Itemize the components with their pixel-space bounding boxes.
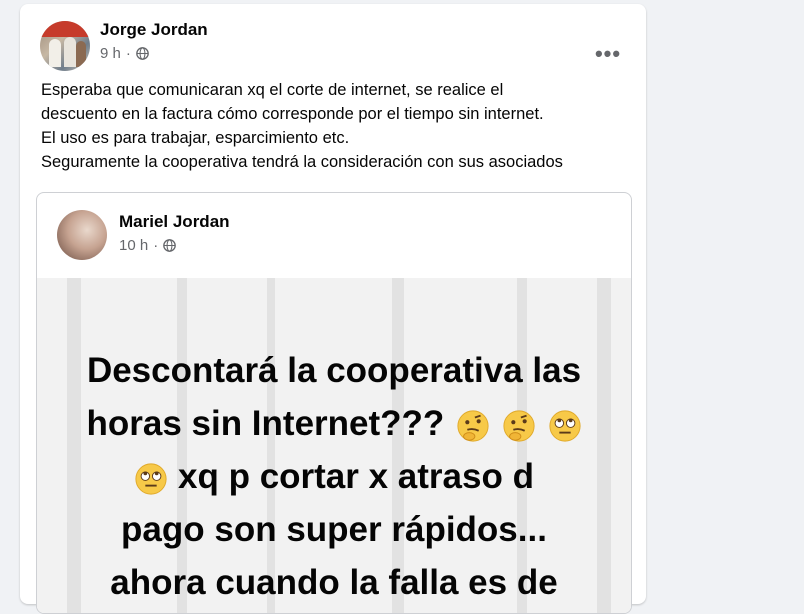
rolling-eyes-icon	[135, 463, 167, 495]
more-options-button[interactable]: •••	[590, 36, 626, 72]
story-image[interactable]: Descontará la cooperativa las horas sin …	[37, 278, 631, 613]
post-text-line: Esperaba que comunicaran xq el corte de …	[41, 81, 504, 99]
story-line: Descontará la cooperativa las	[86, 351, 582, 390]
post-card: Jorge Jordan 9 h · ••• Esperaba que comu…	[20, 4, 646, 614]
story-line: ahora cuando la falla es de	[110, 563, 558, 602]
globe-icon[interactable]	[136, 47, 149, 60]
story-line: xq p cortar x atraso d	[178, 457, 534, 496]
post-text: Esperaba que comunicaran xq el corte de …	[41, 78, 627, 174]
story-text: Descontará la cooperativa las horas sin …	[37, 344, 631, 609]
author-name[interactable]: Jorge Jordan	[100, 20, 208, 40]
story-line-with-emojis: horas sin Internet???	[37, 397, 631, 450]
meta-separator: ·	[153, 237, 159, 254]
globe-icon[interactable]	[163, 239, 177, 252]
story-line: horas sin Internet???	[86, 404, 445, 443]
shared-post-meta: 10 h ·	[119, 237, 177, 254]
post-meta: 9 h ·	[100, 45, 149, 62]
shared-author-name[interactable]: Mariel Jordan	[119, 212, 230, 232]
thinking-face-icon	[457, 410, 489, 442]
post-text-line: Seguramente la cooperativa tendrá la con…	[41, 153, 563, 171]
thinking-face-icon	[503, 410, 535, 442]
post-text-line: descuento en la factura cómo corresponde…	[41, 105, 544, 123]
post-header: Jorge Jordan 9 h · •••	[40, 18, 626, 72]
author-avatar[interactable]	[40, 21, 90, 71]
shared-post[interactable]: Mariel Jordan 10 h · Descontará la coope…	[36, 192, 632, 614]
shared-post-header: Mariel Jordan 10 h ·	[57, 208, 617, 260]
post-text-line: El uso es para trabajar, esparcimiento e…	[41, 129, 350, 147]
rolling-eyes-icon	[548, 410, 581, 442]
post-time[interactable]: 9 h	[100, 45, 121, 62]
story-line-with-emoji: xq p cortar x atraso d	[37, 450, 631, 503]
shared-author-avatar[interactable]	[57, 210, 107, 260]
shared-post-time[interactable]: 10 h	[119, 237, 148, 254]
story-line: pago son super rápidos...	[121, 510, 547, 549]
meta-separator: ·	[125, 45, 131, 62]
